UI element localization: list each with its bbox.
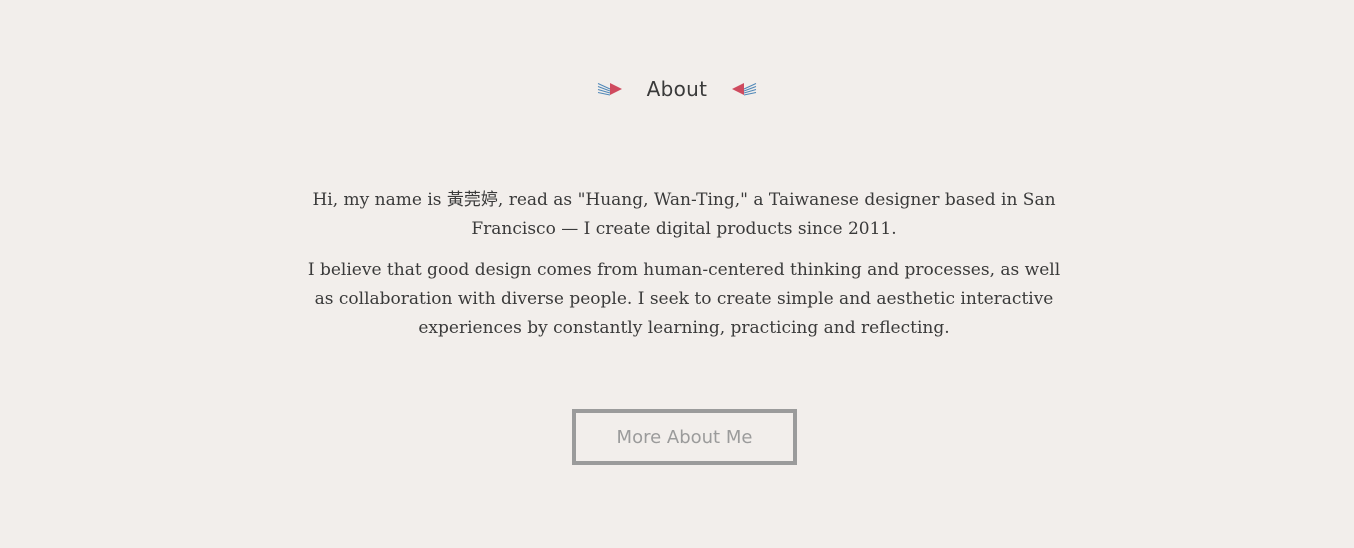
section-header: About bbox=[0, 74, 1354, 104]
bio-philosophy-paragraph: I believe that good design comes from hu… bbox=[307, 260, 1061, 338]
about-bio: Hi, my name is 黃莞婷, read as "Huang, Wan-… bbox=[302, 186, 1066, 355]
arrow-right-ornament-icon bbox=[597, 83, 622, 96]
arrow-left-ornament-icon bbox=[732, 83, 757, 96]
section-title: About bbox=[646, 77, 708, 101]
bio-intro-paragraph: Hi, my name is 黃莞婷, read as "Huang, Wan-… bbox=[312, 190, 1056, 239]
more-about-me-button[interactable]: More About Me bbox=[572, 409, 797, 465]
